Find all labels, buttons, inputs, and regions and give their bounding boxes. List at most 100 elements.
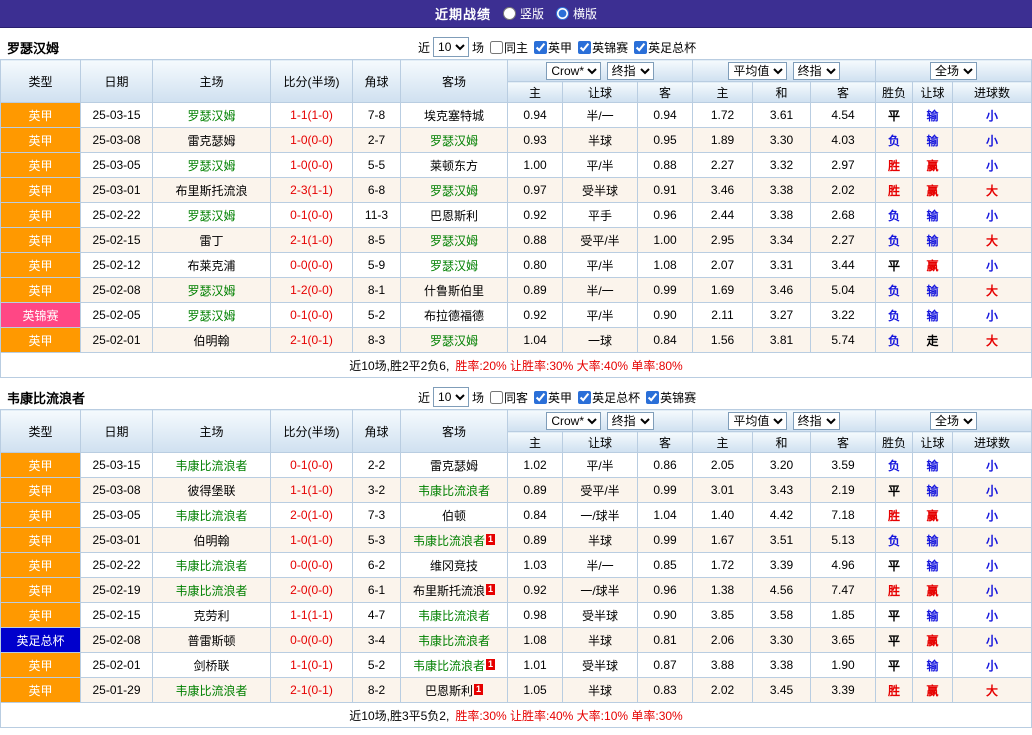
- handicap-line: 受半球: [563, 178, 638, 203]
- match-date: 25-02-22: [81, 203, 153, 228]
- result-handicap: 输: [913, 303, 953, 328]
- result-handicap: 输: [913, 228, 953, 253]
- league-one-checkbox[interactable]: [534, 391, 547, 404]
- filter-same-home[interactable]: 同主: [490, 39, 528, 56]
- odds-type-select[interactable]: 终指: [607, 412, 654, 430]
- league-badge: 英甲: [1, 453, 81, 478]
- odds-type-select[interactable]: 终指: [607, 62, 654, 80]
- handicap-line: 一球: [563, 328, 638, 353]
- fa-cup-checkbox[interactable]: [578, 391, 591, 404]
- filter-league-one[interactable]: 英甲: [534, 39, 572, 56]
- result-goals: 大: [953, 228, 1032, 253]
- summary-row: 近10场,胜3平5负2,胜率:30% 让胜率:40% 大率:10% 单率:30%: [1, 703, 1032, 728]
- avg-odds-home: 1.40: [693, 503, 753, 528]
- sub-header-goals-result: 进球数: [953, 82, 1032, 103]
- bookmaker-select[interactable]: Crow*: [546, 412, 601, 430]
- same-away-checkbox[interactable]: [490, 391, 503, 404]
- result-goals: 小: [953, 253, 1032, 278]
- handicap-odds-home: 1.03: [508, 553, 563, 578]
- match-score: 0-1(0-0): [271, 453, 353, 478]
- filter-fa-cup[interactable]: 英足总杯: [578, 389, 640, 406]
- handicap-odds-home: 0.93: [508, 128, 563, 153]
- result-goals: 小: [953, 553, 1032, 578]
- match-score: 2-1(1-0): [271, 228, 353, 253]
- avg-odds-away: 2.97: [811, 153, 876, 178]
- avg-type-select[interactable]: 终指: [793, 62, 840, 80]
- avg-odds-draw: 3.51: [753, 528, 811, 553]
- avg-odds-away: 4.54: [811, 103, 876, 128]
- avg-source-select[interactable]: 平均值: [728, 62, 787, 80]
- result-goals: 大: [953, 328, 1032, 353]
- result-goals: 大: [953, 678, 1032, 703]
- home-team: 韦康比流浪者: [153, 578, 271, 603]
- result-handicap: 输: [913, 203, 953, 228]
- home-team: 布莱克浦: [153, 253, 271, 278]
- team-name: 韦康比流浪者: [413, 659, 485, 673]
- match-date: 25-03-15: [81, 453, 153, 478]
- corner-count: 5-3: [353, 528, 401, 553]
- corner-count: 4-7: [353, 603, 401, 628]
- handicap-odds-away: 0.83: [638, 678, 693, 703]
- result-handicap: 赢: [913, 503, 953, 528]
- handicap-odds-group: Crow* 终指: [508, 410, 693, 432]
- match-score: 0-0(0-0): [271, 253, 353, 278]
- avg-type-select[interactable]: 终指: [793, 412, 840, 430]
- handicap-odds-home: 1.04: [508, 328, 563, 353]
- col-header-score: 比分(半场): [271, 60, 353, 103]
- league-badge: 英足总杯: [1, 628, 81, 653]
- filter-fa-cup[interactable]: 英足总杯: [634, 39, 696, 56]
- league-badge: 英甲: [1, 528, 81, 553]
- avg-odds-home: 1.56: [693, 328, 753, 353]
- handicap-odds-home: 0.89: [508, 528, 563, 553]
- corner-count: 8-5: [353, 228, 401, 253]
- result-handicap: 输: [913, 603, 953, 628]
- team-name: 雷克瑟姆: [187, 134, 235, 148]
- handicap-line: 平/半: [563, 253, 638, 278]
- handicap-line: 平/半: [563, 453, 638, 478]
- filter-efl-trophy[interactable]: 英锦赛: [646, 389, 696, 406]
- match-row: 英甲25-02-15克劳利1-1(1-1)4-7韦康比流浪者0.98受半球0.9…: [1, 603, 1032, 628]
- home-team: 罗瑟汉姆: [153, 103, 271, 128]
- fa-cup-checkbox[interactable]: [634, 41, 647, 54]
- result-outcome: 平: [876, 478, 913, 503]
- bookmaker-select[interactable]: Crow*: [546, 62, 601, 80]
- matches-table: 类型 日期 主场 比分(半场) 角球 客场 Crow* 终指 平均值 终指 全场: [0, 59, 1032, 378]
- result-goals: 小: [953, 203, 1032, 228]
- league-one-checkbox[interactable]: [534, 41, 547, 54]
- sub-header-outcome: 胜负: [876, 82, 913, 103]
- avg-odds-away: 3.59: [811, 453, 876, 478]
- team-name: 韦康比流浪者: [418, 484, 490, 498]
- filter-league-one[interactable]: 英甲: [534, 389, 572, 406]
- efl-trophy-checkbox[interactable]: [646, 391, 659, 404]
- vertical-layout-radio[interactable]: [503, 7, 516, 20]
- sub-header-handicap: 让球: [563, 432, 638, 453]
- avg-odds-away: 5.13: [811, 528, 876, 553]
- match-date: 25-03-08: [81, 478, 153, 503]
- match-score: 2-3(1-1): [271, 178, 353, 203]
- layout-option-vertical[interactable]: 竖版: [503, 5, 544, 22]
- match-date: 25-02-12: [81, 253, 153, 278]
- match-score: 2-1(0-1): [271, 678, 353, 703]
- away-team: 罗瑟汉姆: [401, 253, 508, 278]
- horizontal-layout-radio[interactable]: [556, 7, 569, 20]
- match-row: 英甲25-02-12布莱克浦0-0(0-0)5-9罗瑟汉姆0.80平/半1.08…: [1, 253, 1032, 278]
- handicap-odds-away: 0.81: [638, 628, 693, 653]
- avg-source-select[interactable]: 平均值: [728, 412, 787, 430]
- same-home-checkbox[interactable]: [490, 41, 503, 54]
- efl-trophy-checkbox[interactable]: [578, 41, 591, 54]
- layout-option-horizontal[interactable]: 横版: [556, 5, 597, 22]
- home-team: 罗瑟汉姆: [153, 153, 271, 178]
- match-count-select[interactable]: 10: [433, 37, 469, 57]
- avg-odds-draw: 4.56: [753, 578, 811, 603]
- result-goals: 小: [953, 478, 1032, 503]
- league-badge: 英甲: [1, 553, 81, 578]
- scope-select[interactable]: 全场: [930, 412, 977, 430]
- handicap-line: 受平/半: [563, 478, 638, 503]
- filter-efl-trophy[interactable]: 英锦赛: [578, 39, 628, 56]
- match-count-select[interactable]: 10: [433, 387, 469, 407]
- filter-same-away[interactable]: 同客: [490, 389, 528, 406]
- result-outcome: 负: [876, 278, 913, 303]
- scope-select[interactable]: 全场: [930, 62, 977, 80]
- match-rows: 英甲25-03-15罗瑟汉姆1-1(1-0)7-8埃克塞特城0.94半/一0.9…: [1, 103, 1032, 353]
- result-outcome: 平: [876, 653, 913, 678]
